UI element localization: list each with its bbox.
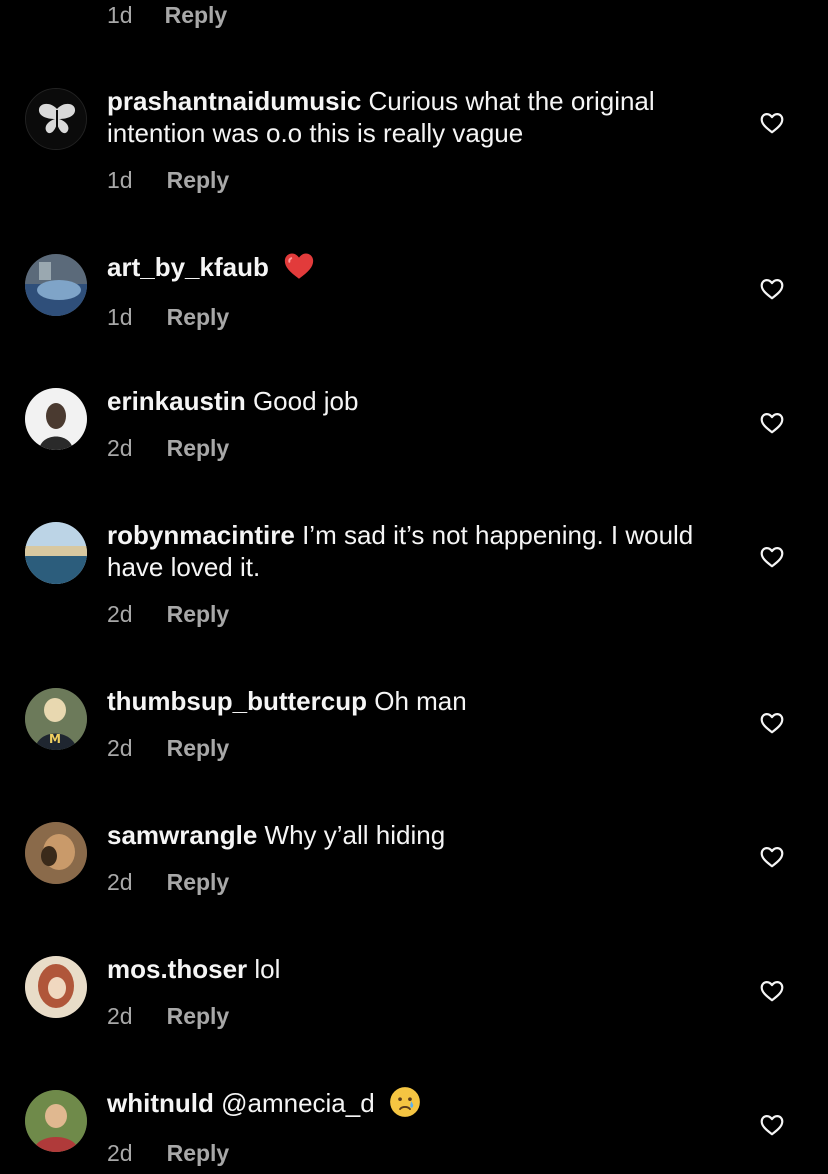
comment-text: samwrangle Why y’all hiding xyxy=(107,819,718,851)
comment-content: thumbsup_buttercup Oh man 2d Reply xyxy=(107,685,718,762)
like-button[interactable] xyxy=(759,978,785,1004)
comment-content: prashantnaidumusic Curious what the orig… xyxy=(107,85,718,194)
comment-meta: 2d Reply xyxy=(107,735,718,762)
comment-time: 2d xyxy=(107,869,133,895)
comment-meta: 2d Reply xyxy=(107,1140,718,1167)
username[interactable]: prashantnaidumusic xyxy=(107,86,361,116)
user-avatar[interactable] xyxy=(25,822,87,884)
butterfly-avatar-icon xyxy=(26,89,86,149)
reply-button[interactable]: Reply xyxy=(167,167,230,194)
comment-body: Why y’all hiding xyxy=(264,820,446,850)
comment-time: 1d xyxy=(107,167,133,193)
username[interactable]: mos.thoser xyxy=(107,954,247,984)
like-button[interactable] xyxy=(759,544,785,570)
beach-avatar-icon xyxy=(25,522,87,584)
comment-content: art_by_kfaub 1d Reply xyxy=(107,251,718,331)
comment-content: samwrangle Why y’all hiding 2d Reply xyxy=(107,819,718,896)
portrait-avatar-icon xyxy=(25,822,87,884)
reply-button[interactable]: Reply xyxy=(167,601,230,628)
portrait-avatar-icon xyxy=(25,1090,87,1152)
user-avatar[interactable] xyxy=(25,88,87,150)
username[interactable]: robynmacintire xyxy=(107,520,295,550)
comment-meta: 2d Reply xyxy=(107,869,718,896)
reply-button[interactable]: Reply xyxy=(167,1140,230,1167)
user-avatar[interactable] xyxy=(25,388,87,450)
comment-text: erinkaustin Good job xyxy=(107,385,718,417)
comment-text: whitnuld @amnecia_d xyxy=(107,1087,718,1122)
username[interactable]: art_by_kfaub xyxy=(107,252,269,282)
comment-text: art_by_kfaub xyxy=(107,251,718,286)
comment-time: 2d xyxy=(107,1140,133,1167)
comment-meta: 1d Reply xyxy=(107,304,718,331)
comment-time: 2d xyxy=(107,735,133,761)
like-button[interactable] xyxy=(759,710,785,736)
heart-outline-icon xyxy=(760,279,784,300)
user-avatar[interactable] xyxy=(25,254,87,316)
comment-content: robynmacintire I’m sad it’s not happenin… xyxy=(107,519,718,628)
comment-body: lol xyxy=(254,954,281,984)
reply-button[interactable]: Reply xyxy=(167,435,230,462)
like-button[interactable] xyxy=(759,1112,785,1138)
comment-content: erinkaustin Good job 2d Reply xyxy=(107,385,718,462)
username[interactable]: thumbsup_buttercup xyxy=(107,686,367,716)
like-button[interactable] xyxy=(759,410,785,436)
comment-meta: 2d Reply xyxy=(107,435,718,462)
heart-outline-icon xyxy=(760,1115,784,1136)
heart-outline-icon xyxy=(760,981,784,1002)
username[interactable]: erinkaustin xyxy=(107,386,246,416)
comment-meta: 1d Reply xyxy=(107,167,718,194)
reply-button[interactable]: Reply xyxy=(165,2,228,29)
svg-text:M: M xyxy=(49,732,61,746)
portrait-avatar-icon: M xyxy=(25,688,87,750)
user-avatar[interactable] xyxy=(25,1090,87,1152)
comment-time: 2d xyxy=(107,435,133,461)
heart-outline-icon xyxy=(760,547,784,568)
comment-content: whitnuld @amnecia_d 2d Reply xyxy=(107,1087,718,1167)
comment-time: 1d xyxy=(107,304,133,331)
username[interactable]: whitnuld xyxy=(107,1088,214,1118)
illustration-avatar-icon xyxy=(25,956,87,1018)
photo-avatar-icon xyxy=(25,254,87,316)
heart-outline-icon xyxy=(760,113,784,134)
comment-time: 2d xyxy=(107,1003,133,1029)
user-avatar[interactable] xyxy=(25,522,87,584)
user-avatar[interactable] xyxy=(25,956,87,1018)
reply-button[interactable]: Reply xyxy=(167,735,230,762)
like-button[interactable] xyxy=(759,110,785,136)
red-heart-icon xyxy=(282,249,316,283)
user-avatar[interactable]: M xyxy=(25,688,87,750)
heart-outline-icon xyxy=(760,713,784,734)
username[interactable]: samwrangle xyxy=(107,820,257,850)
comment-meta: 2d Reply xyxy=(107,1003,718,1030)
like-button[interactable] xyxy=(759,844,785,870)
comment-meta-previous: 1d Reply xyxy=(107,0,227,30)
heart-outline-icon xyxy=(760,413,784,434)
reply-button[interactable]: Reply xyxy=(167,869,230,896)
comment-text: prashantnaidumusic Curious what the orig… xyxy=(107,85,718,149)
comment-text: mos.thoser lol xyxy=(107,953,718,985)
comment-text: robynmacintire I’m sad it’s not happenin… xyxy=(107,519,718,583)
comment-time: 2d xyxy=(107,601,133,627)
comment-body: Good job xyxy=(252,386,359,416)
comment-meta: 2d Reply xyxy=(107,601,718,628)
comment-body: @amnecia_d xyxy=(221,1088,375,1118)
heart-outline-icon xyxy=(760,847,784,868)
like-button[interactable] xyxy=(759,276,785,302)
comment-time: 1d xyxy=(107,1,133,28)
comment-text: thumbsup_buttercup Oh man xyxy=(107,685,718,717)
reply-button[interactable]: Reply xyxy=(167,1003,230,1030)
portrait-avatar-icon xyxy=(25,388,87,450)
comment-body: Oh man xyxy=(374,686,467,716)
comment-content: mos.thoser lol 2d Reply xyxy=(107,953,718,1030)
crying-face-icon xyxy=(388,1085,422,1119)
reply-button[interactable]: Reply xyxy=(167,304,230,331)
